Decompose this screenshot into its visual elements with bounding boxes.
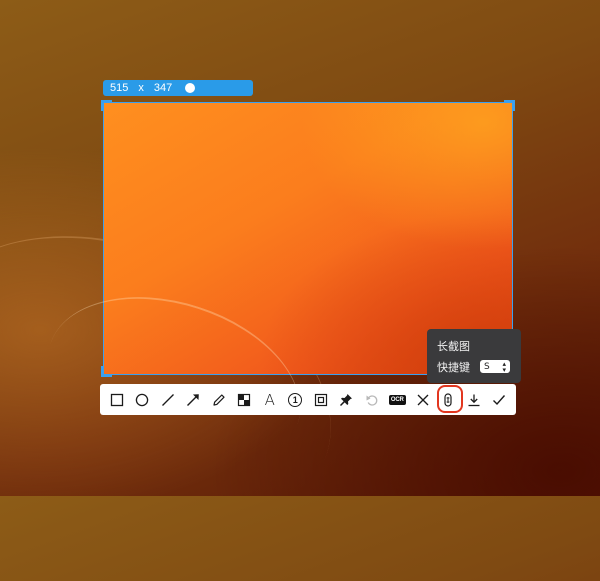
mosaic-icon: [238, 393, 251, 406]
download-tool[interactable]: [461, 384, 487, 415]
ocr-icon: OCR: [388, 394, 406, 405]
tooltip-shortcut-label: 快捷键: [437, 360, 470, 374]
selection-size-badge: 515 x 347: [103, 80, 253, 96]
numbered-circle-icon: 1: [288, 392, 303, 407]
arrow-tool[interactable]: [181, 384, 207, 415]
selection-height: 347: [153, 82, 173, 94]
tooltip-shortcut-row: 快捷键 S ▴ ▾: [437, 358, 511, 375]
long-screenshot-tool[interactable]: [436, 384, 463, 415]
close-icon: [417, 394, 429, 405]
tooltip-title: 长截图: [437, 339, 470, 353]
close-tool[interactable]: [410, 384, 436, 415]
blur-frame-tool[interactable]: [308, 384, 334, 415]
shortcut-key-select[interactable]: S ▴ ▾: [480, 360, 510, 373]
text-tool[interactable]: A: [257, 384, 283, 415]
ellipse-tool[interactable]: [130, 384, 156, 415]
shortcut-key-value: S: [484, 361, 490, 372]
arrow-icon: [187, 393, 200, 406]
rectangle-icon: [110, 393, 123, 406]
check-icon: [493, 394, 506, 405]
confirm-tool[interactable]: [487, 384, 513, 415]
line-tool[interactable]: [155, 384, 181, 415]
pin-tool[interactable]: [334, 384, 360, 415]
download-icon: [468, 394, 480, 406]
line-icon: [161, 393, 174, 406]
number-marker-label: 1: [292, 394, 298, 405]
ellipse-icon: [136, 393, 149, 406]
tooltip-title-row: 长截图: [437, 337, 511, 354]
undo-icon: [366, 394, 378, 406]
number-marker-tool[interactable]: 1: [283, 384, 309, 415]
frame-icon: [314, 393, 327, 406]
selection-handle-top-left[interactable]: [101, 100, 112, 111]
annotation-toolbar: A 1 OCR: [100, 384, 516, 415]
text-icon: A: [264, 390, 275, 409]
rectangle-tool[interactable]: [104, 384, 130, 415]
selection-width: 515: [110, 82, 129, 94]
pen-icon: [213, 393, 225, 406]
selection-handle-top-right[interactable]: [504, 100, 515, 111]
selection-handle-bottom-left[interactable]: [101, 366, 112, 377]
mosaic-tool[interactable]: [232, 384, 258, 415]
size-separator: x: [138, 82, 144, 94]
select-arrows-icon: ▴ ▾: [502, 359, 506, 374]
undo-tool[interactable]: [359, 384, 385, 415]
pen-tool[interactable]: [206, 384, 232, 415]
size-toggle-knob[interactable]: [185, 83, 196, 93]
active-tool-highlight: [436, 385, 463, 413]
ocr-tool[interactable]: OCR: [385, 384, 411, 415]
pin-icon: [340, 393, 353, 406]
long-screenshot-tooltip: 长截图 快捷键 S ▴ ▾: [427, 329, 521, 383]
